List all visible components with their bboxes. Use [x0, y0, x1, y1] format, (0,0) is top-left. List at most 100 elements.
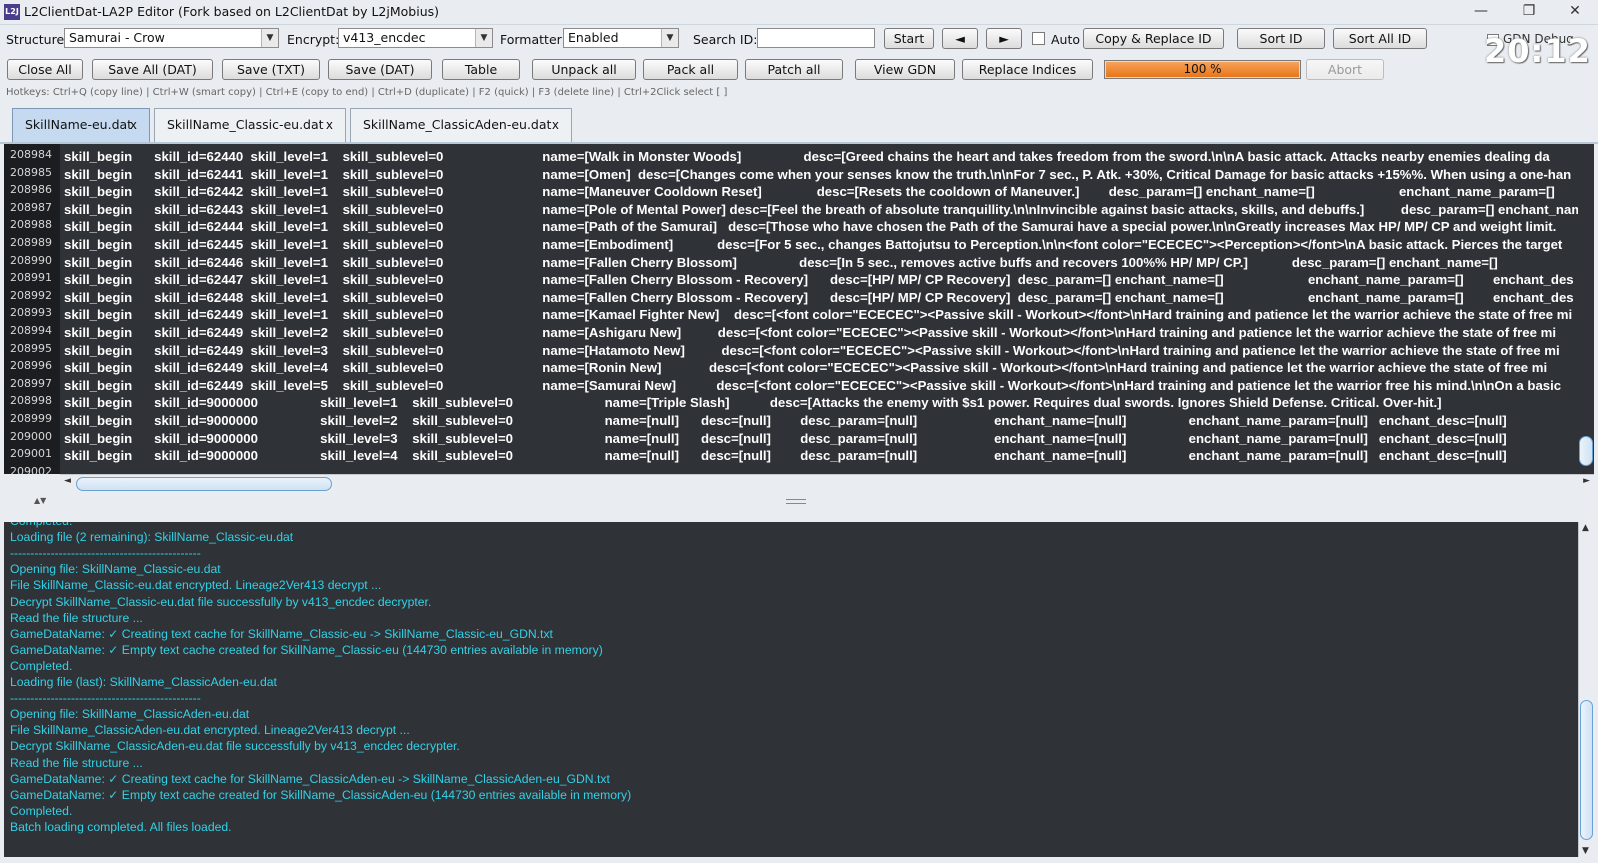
scroll-down-icon[interactable]: ▼ — [1582, 846, 1589, 856]
replace-indices-button[interactable]: Replace Indices — [962, 59, 1093, 80]
tab-label: SkillName-eu.dat — [25, 117, 133, 132]
pack-all-button[interactable]: Pack all — [643, 59, 738, 80]
scroll-right-icon[interactable]: ► — [1583, 476, 1590, 486]
close-all-button[interactable]: Close All — [7, 59, 83, 80]
log-line: ----------------------------------------… — [10, 546, 201, 561]
editor-vertical-thumb[interactable] — [1579, 436, 1593, 466]
editor-horizontal-thumb[interactable] — [76, 477, 332, 491]
editor-line[interactable]: skill_begin skill_id=9000000 skill_level… — [64, 448, 1507, 463]
table-button[interactable]: Table — [442, 59, 520, 80]
line-number: 208997 — [10, 376, 52, 390]
auto-label: Auto — [1051, 32, 1081, 47]
close-window-button[interactable]: ✕ — [1552, 0, 1598, 24]
split-divider[interactable]: ▲▼ — [0, 494, 1598, 522]
split-arrows-icon[interactable]: ▲▼ — [34, 496, 46, 505]
log-line: Loading file (last): SkillName_ClassicAd… — [10, 675, 277, 689]
line-number: 208991 — [10, 271, 52, 285]
log-line: File SkillName_Classic-eu.dat encrypted.… — [10, 578, 382, 593]
log-line: GameDataName: ✓ Empty text cache created… — [10, 787, 632, 802]
scroll-left-icon[interactable]: ◄ — [64, 476, 71, 486]
auto-checkbox[interactable] — [1032, 32, 1045, 45]
editor-line[interactable]: skill_begin skill_id=62449 skill_level=1… — [64, 307, 1572, 322]
log-line: Read the file structure ... — [10, 610, 143, 625]
tab-skillname-classic-eu[interactable]: SkillName_Classic-eu.dat x — [154, 108, 346, 142]
structure-value: Samurai - Crow — [69, 30, 165, 45]
split-grip-icon[interactable] — [786, 499, 806, 504]
patch-all-button[interactable]: Patch all — [745, 59, 843, 80]
editor-line[interactable]: skill_begin skill_id=9000000 skill_level… — [64, 395, 1442, 410]
tab-skillname-eu[interactable]: SkillName-eu.dat x — [12, 108, 150, 142]
chevron-down-icon: ▼ — [261, 29, 278, 47]
log-line: Loading file (2 remaining): SkillName_Cl… — [10, 530, 294, 545]
next-button[interactable]: ► — [986, 28, 1022, 49]
line-number: 208984 — [10, 148, 52, 161]
sort-id-button[interactable]: Sort ID — [1237, 28, 1325, 49]
editor-line[interactable]: skill_begin skill_id=9000000 skill_level… — [64, 431, 1507, 446]
abort-button[interactable]: Abort — [1306, 59, 1384, 80]
prev-button[interactable]: ◄ — [942, 28, 978, 49]
save-dat-button[interactable]: Save (DAT) — [328, 59, 432, 80]
line-number: 208994 — [10, 324, 52, 337]
line-number: 208985 — [10, 165, 52, 179]
editor-line[interactable]: skill_begin skill_id=62449 skill_level=5… — [64, 378, 1561, 393]
log-line: Decrypt SkillName_ClassicAden-eu.dat fil… — [10, 739, 460, 754]
structure-select[interactable]: Samurai - Crow ▼ — [64, 28, 279, 48]
encrypt-label: Encrypt: — [287, 32, 340, 47]
text-editor[interactable]: 208984 208985 208986 208987 208988 208989 2089… — [4, 144, 1594, 492]
line-number: 208993 — [10, 306, 52, 320]
line-number: 208989 — [10, 236, 52, 249]
hotkeys-hint: Hotkeys: Ctrl+Q (copy line) | Ctrl+W (sm… — [6, 87, 728, 98]
window-title: L2ClientDat-LA2P Editor (Fork based on L… — [24, 4, 440, 19]
editor-line[interactable]: skill_begin skill_id=62447 skill_level=1… — [64, 272, 1574, 287]
line-number: 209000 — [10, 429, 52, 443]
editor-line[interactable]: skill_begin skill_id=62440 skill_level=1… — [64, 149, 1550, 164]
editor-line[interactable]: skill_begin skill_id=62442 skill_level=1… — [64, 184, 1555, 199]
log-line: Completed. — [10, 522, 72, 528]
search-id-label: Search ID: — [693, 32, 758, 47]
line-number: 208998 — [10, 394, 52, 408]
view-gdn-button[interactable]: View GDN — [855, 59, 955, 80]
progress-bar: 100 % — [1104, 60, 1301, 79]
app-icon: L2J — [4, 4, 20, 20]
line-number: 208988 — [10, 218, 52, 232]
formatter-label: Formatter: — [500, 32, 566, 47]
close-tab-icon[interactable]: x — [326, 109, 333, 141]
chevron-down-icon: ▼ — [661, 29, 678, 47]
save-txt-button[interactable]: Save (TXT) — [222, 59, 320, 80]
editor-line[interactable]: skill_begin skill_id=62449 skill_level=2… — [64, 325, 1556, 340]
log-line: GameDataName: ✓ Empty text cache created… — [10, 642, 603, 657]
scroll-up-icon[interactable]: ▲ — [1582, 523, 1589, 533]
editor-line[interactable]: skill_begin skill_id=62445 skill_level=1… — [64, 237, 1562, 252]
encrypt-select[interactable]: v413_encdec ▼ — [338, 28, 493, 48]
minimize-button[interactable]: — — [1458, 0, 1504, 24]
maximize-button[interactable]: ❐ — [1506, 0, 1552, 24]
copy-replace-id-button[interactable]: Copy & Replace ID — [1083, 28, 1224, 49]
close-tab-icon[interactable]: x — [130, 109, 137, 141]
encrypt-value: v413_encdec — [343, 30, 426, 45]
editor-line[interactable]: skill_begin skill_id=62449 skill_level=3… — [64, 343, 1560, 358]
editor-line[interactable]: skill_begin skill_id=62444 skill_level=1… — [64, 219, 1556, 234]
editor-line[interactable]: skill_begin skill_id=62446 skill_level=1… — [64, 255, 1498, 270]
save-all-dat-button[interactable]: Save All (DAT) — [92, 59, 213, 80]
editor-line[interactable]: skill_begin skill_id=62441 skill_level=1… — [64, 167, 1571, 182]
editor-vertical-scrollbar[interactable] — [1578, 144, 1594, 474]
log-vertical-scrollbar[interactable]: ▲ ▼ — [1578, 522, 1594, 857]
line-number: 208999 — [10, 412, 52, 425]
search-id-input[interactable] — [757, 28, 875, 48]
line-number: 208986 — [10, 183, 52, 197]
formatter-select[interactable]: Enabled ▼ — [563, 28, 679, 48]
log-vertical-thumb[interactable] — [1580, 700, 1593, 840]
log-console[interactable]: Completed. Loading file (2 remaining): Sk… — [4, 522, 1594, 857]
editor-horizontal-scrollbar[interactable]: ◄ ► — [60, 474, 1594, 492]
editor-line[interactable]: skill_begin skill_id=62448 skill_level=1… — [64, 290, 1574, 305]
line-number: 208995 — [10, 341, 52, 355]
log-line: GameDataName: ✓ Creating text cache for … — [10, 626, 553, 641]
editor-line[interactable]: skill_begin skill_id=62443 skill_level=1… — [64, 202, 1583, 217]
unpack-all-button[interactable]: Unpack all — [532, 59, 636, 80]
tab-skillname-classicaden-eu[interactable]: SkillName_ClassicAden-eu.dat x — [350, 108, 572, 142]
sort-all-id-button[interactable]: Sort All ID — [1333, 28, 1427, 49]
editor-line[interactable]: skill_begin skill_id=62449 skill_level=4… — [64, 360, 1547, 375]
editor-line[interactable]: skill_begin skill_id=9000000 skill_level… — [64, 413, 1507, 428]
start-button[interactable]: Start — [884, 28, 934, 49]
close-tab-icon[interactable]: x — [552, 109, 559, 141]
